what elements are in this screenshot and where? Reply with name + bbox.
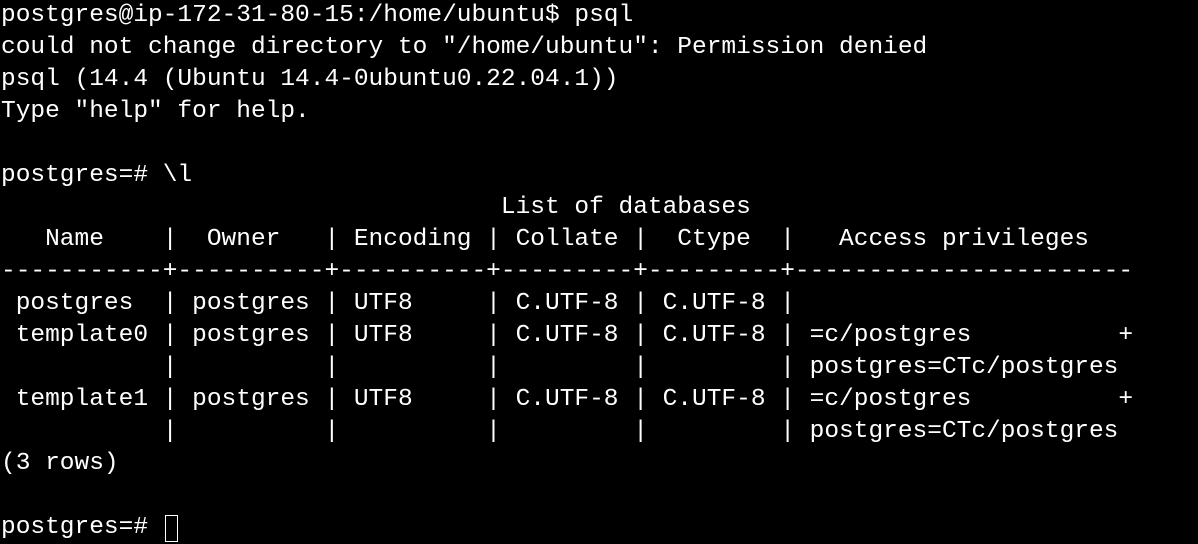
terminal-line: Type "help" for help. — [1, 98, 310, 125]
terminal-window[interactable]: postgres@ip-172-31-80-15:/home/ubuntu$ p… — [0, 0, 1198, 542]
table-separator: -----------+----------+----------+------… — [1, 258, 1134, 285]
row-count: (3 rows) — [1, 450, 119, 477]
table-row: template0 | postgres | UTF8 | C.UTF-8 | … — [1, 322, 1134, 349]
prompt-text: postgres=# — [1, 514, 163, 541]
terminal-line: psql (14.4 (Ubuntu 14.4-0ubuntu0.22.04.1… — [1, 66, 619, 93]
table-row-continuation: | | | | | postgres=CTc/postgres — [1, 354, 1119, 381]
table-row: postgres | postgres | UTF8 | C.UTF-8 | C… — [1, 290, 795, 317]
cursor[interactable] — [164, 514, 178, 542]
terminal-line: could not change directory to "/home/ubu… — [1, 34, 928, 61]
terminal-line: postgres=# \l — [1, 162, 193, 189]
table-row-continuation: | | | | | postgres=CTc/postgres — [1, 418, 1119, 445]
terminal-line: postgres@ip-172-31-80-15:/home/ubuntu$ p… — [1, 2, 634, 29]
prompt-line[interactable]: postgres=# — [0, 512, 1198, 544]
table-row: template1 | postgres | UTF8 | C.UTF-8 | … — [1, 386, 1134, 413]
table-header: Name | Owner | Encoding | Collate | Ctyp… — [1, 226, 1089, 253]
table-title: List of databases — [1, 194, 751, 221]
